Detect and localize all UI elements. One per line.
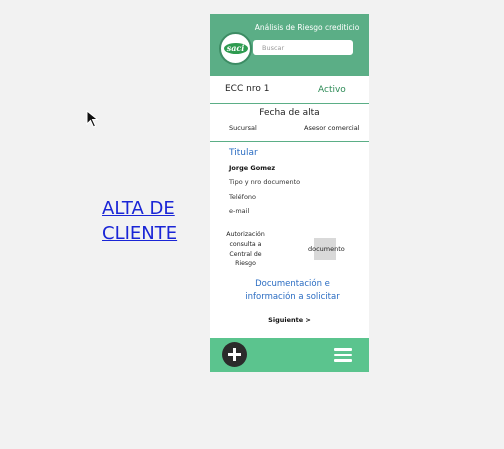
phone-field[interactable]: Teléfono <box>229 193 256 201</box>
documentacion-link[interactable]: Documentación e información a solicitar <box>230 278 355 304</box>
mobile-screen: Análisis de Riesgo crediticio saci ECC n… <box>210 14 369 372</box>
autorizacion-line: Autorización <box>226 231 265 238</box>
search-input[interactable] <box>253 40 353 55</box>
saci-logo: saci <box>219 32 252 65</box>
logo-text: saci <box>226 43 245 53</box>
autorizacion-line: consulta a <box>229 240 262 248</box>
app-header: Análisis de Riesgo crediticio saci <box>210 14 369 76</box>
documentacion-line-1: Documentación e <box>255 279 330 289</box>
app-title: Análisis de Riesgo crediticio <box>254 23 360 32</box>
sucursal-field[interactable]: Sucursal <box>229 124 257 132</box>
document-label: documento <box>308 245 345 253</box>
alta-de-cliente-link[interactable]: ALTA DE CLIENTE <box>102 196 212 246</box>
bottom-bar <box>210 338 369 372</box>
fecha-de-alta-section: Fecha de alta Sucursal Asesor comercial <box>210 106 369 142</box>
titular-name: Jorge Gomez <box>229 164 276 172</box>
autorizacion-line: Central de <box>229 250 262 258</box>
mouse-cursor-icon <box>86 110 99 128</box>
autorizacion-line: Riesgo <box>235 260 256 268</box>
title-line-1: ALTA DE <box>102 198 175 219</box>
siguiente-button[interactable]: Siguiente > <box>210 316 369 324</box>
documentacion-line-2: información a solicitar <box>245 292 340 302</box>
document-type-field[interactable]: Tipo y nro documento <box>229 178 300 186</box>
autorizacion-label: Autorización consulta a Central de Riesg… <box>221 230 270 269</box>
ecc-row: ECC nro 1 Activo <box>210 80 369 104</box>
title-line-2: CLIENTE <box>102 223 178 244</box>
asesor-comercial-field[interactable]: Asesor comercial <box>304 124 360 132</box>
ecc-label: ECC nro 1 <box>225 84 270 94</box>
fecha-de-alta-label: Fecha de alta <box>259 108 320 118</box>
hamburger-menu-icon[interactable] <box>334 348 352 362</box>
plus-icon[interactable] <box>222 342 247 367</box>
ecc-status: Activo <box>318 85 346 95</box>
email-field[interactable]: e-mail <box>229 207 249 215</box>
titular-heading: Titular <box>229 148 258 158</box>
